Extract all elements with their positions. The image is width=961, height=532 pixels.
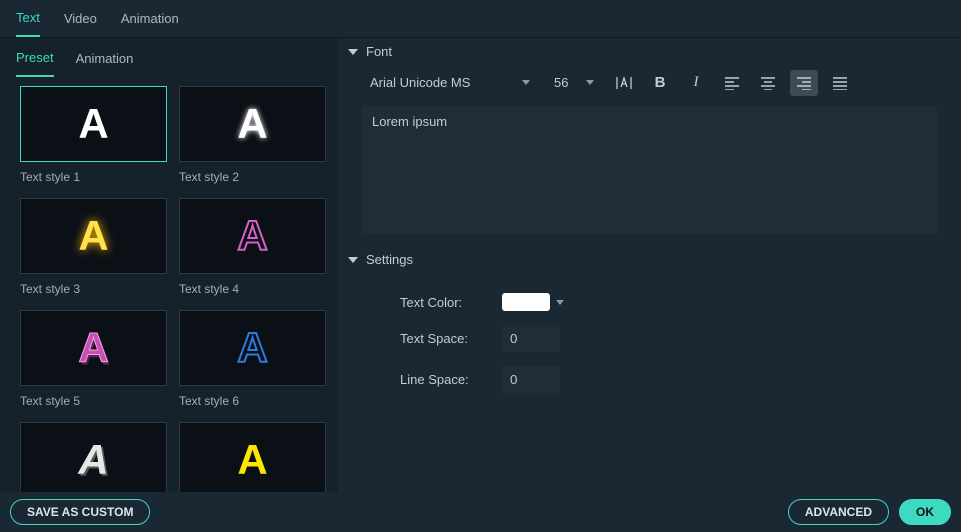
tab-text[interactable]: Text [16,0,40,37]
preset-label: Text style 3 [20,282,167,296]
disclosure-icon [348,49,358,55]
preset-item-8[interactable]: A Text style 8 [179,422,326,492]
text-space-label: Text Space: [362,331,502,346]
preset-item-4[interactable]: A Text style 4 [179,198,326,296]
chevron-down-icon [556,300,564,305]
line-space-label: Line Space: [362,372,502,387]
top-tabs: Text Video Animation [0,0,961,38]
chevron-down-icon [586,80,594,85]
align-right-button[interactable] [790,70,818,96]
footer: SAVE AS CUSTOM ADVANCED OK [0,492,961,532]
preset-item-5[interactable]: A Text style 5 [20,310,167,408]
preset-panel: Preset Animation A Text style 1 A Text s… [0,38,338,492]
preset-item-7[interactable]: A Text style 7 [20,422,167,492]
preset-item-2[interactable]: A Text style 2 [179,86,326,184]
text-content-input[interactable]: Lorem ipsum [362,106,937,234]
font-family-value: Arial Unicode MS [370,75,470,90]
font-family-select[interactable]: Arial Unicode MS [362,69,538,96]
properties-panel: Font Arial Unicode MS 56 B I [338,38,961,492]
align-center-button[interactable] [754,70,782,96]
preset-item-6[interactable]: A Text style 6 [179,310,326,408]
italic-button[interactable]: I [682,70,710,96]
chevron-down-icon [522,80,530,85]
sub-tabs: Preset Animation [0,38,338,78]
tab-video[interactable]: Video [64,1,97,36]
font-toolbar: Arial Unicode MS 56 B I [338,65,961,100]
save-as-custom-button[interactable]: SAVE AS CUSTOM [10,499,150,525]
color-swatch [502,293,550,311]
ok-button[interactable]: OK [899,499,951,525]
section-font-header[interactable]: Font [338,38,961,65]
line-space-input[interactable] [502,366,560,393]
preset-item-3[interactable]: A Text style 3 [20,198,167,296]
advanced-button[interactable]: ADVANCED [788,499,889,525]
preset-label: Text style 4 [179,282,326,296]
section-settings-title: Settings [366,252,413,267]
disclosure-icon [348,257,358,263]
preset-item-1[interactable]: A Text style 1 [20,86,167,184]
section-settings-header[interactable]: Settings [338,246,961,273]
text-color-picker[interactable] [502,293,564,311]
align-left-button[interactable] [718,70,746,96]
align-justify-button[interactable] [826,70,854,96]
subtab-animation[interactable]: Animation [76,41,134,76]
preset-label: Text style 1 [20,170,167,184]
text-color-label: Text Color: [362,295,502,310]
section-font-title: Font [366,44,392,59]
font-size-select[interactable]: 56 [546,69,602,96]
preset-label: Text style 2 [179,170,326,184]
font-size-value: 56 [554,75,568,90]
preset-scroll[interactable]: A Text style 1 A Text style 2 A Text sty… [0,78,338,492]
preset-label: Text style 6 [179,394,326,408]
preset-label: Text style 5 [20,394,167,408]
bold-button[interactable]: B [646,70,674,96]
letter-spacing-button[interactable] [610,70,638,96]
subtab-preset[interactable]: Preset [16,40,54,77]
tab-animation[interactable]: Animation [121,1,179,36]
text-space-input[interactable] [502,325,560,352]
